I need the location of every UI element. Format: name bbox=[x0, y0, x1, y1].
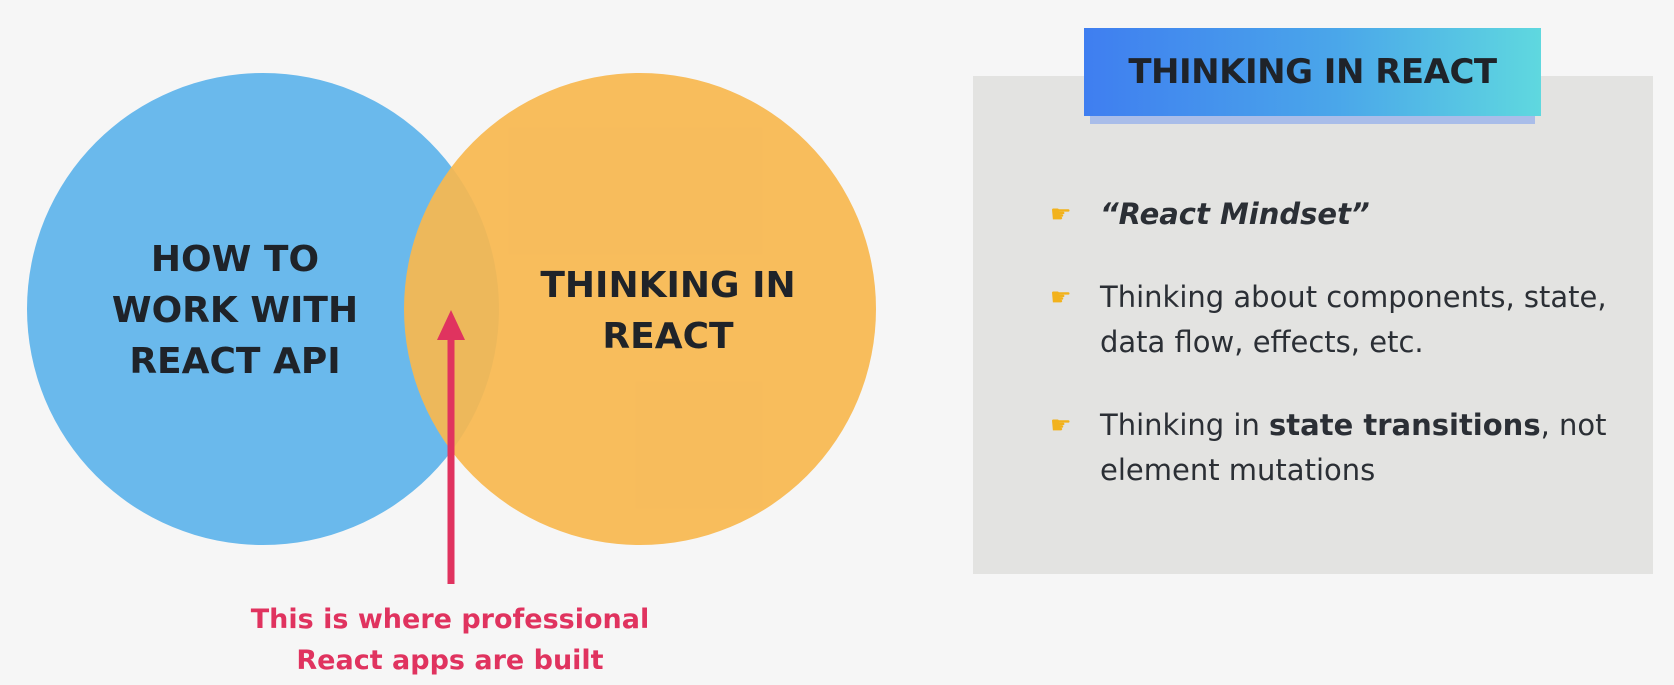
list-item: ☛ Thinking in state transitions, not ele… bbox=[1050, 403, 1630, 493]
pointing-hand-icon: ☛ bbox=[1050, 411, 1072, 439]
bullet-list: ☛ “React Mindset” ☛ Thinking about compo… bbox=[1050, 192, 1630, 531]
bullet-text-start: Thinking in bbox=[1100, 408, 1270, 442]
arrow-head bbox=[437, 310, 465, 340]
bullet-text: Thinking in state transitions, not eleme… bbox=[1100, 403, 1630, 493]
bullet-text-emphasis: state transitions bbox=[1269, 408, 1541, 442]
overlap-caption: This is where professional React apps ar… bbox=[250, 604, 650, 676]
pointing-hand-icon: ☛ bbox=[1050, 283, 1072, 311]
bullet-text: “React Mindset” bbox=[1100, 197, 1370, 231]
list-item: ☛ “React Mindset” bbox=[1050, 192, 1630, 237]
pointing-hand-icon: ☛ bbox=[1050, 200, 1072, 228]
panel-title: THINKING IN REACT bbox=[1128, 52, 1497, 92]
bullet-text: Thinking about components, state, data f… bbox=[1100, 280, 1607, 359]
list-item: ☛ Thinking about components, state, data… bbox=[1050, 275, 1630, 365]
overlap-arrow bbox=[437, 310, 465, 584]
venn-diagram: HOW TO WORK WITH REACT API THINKING IN R… bbox=[0, 0, 900, 685]
panel-title-box: THINKING IN REACT bbox=[1084, 28, 1541, 116]
